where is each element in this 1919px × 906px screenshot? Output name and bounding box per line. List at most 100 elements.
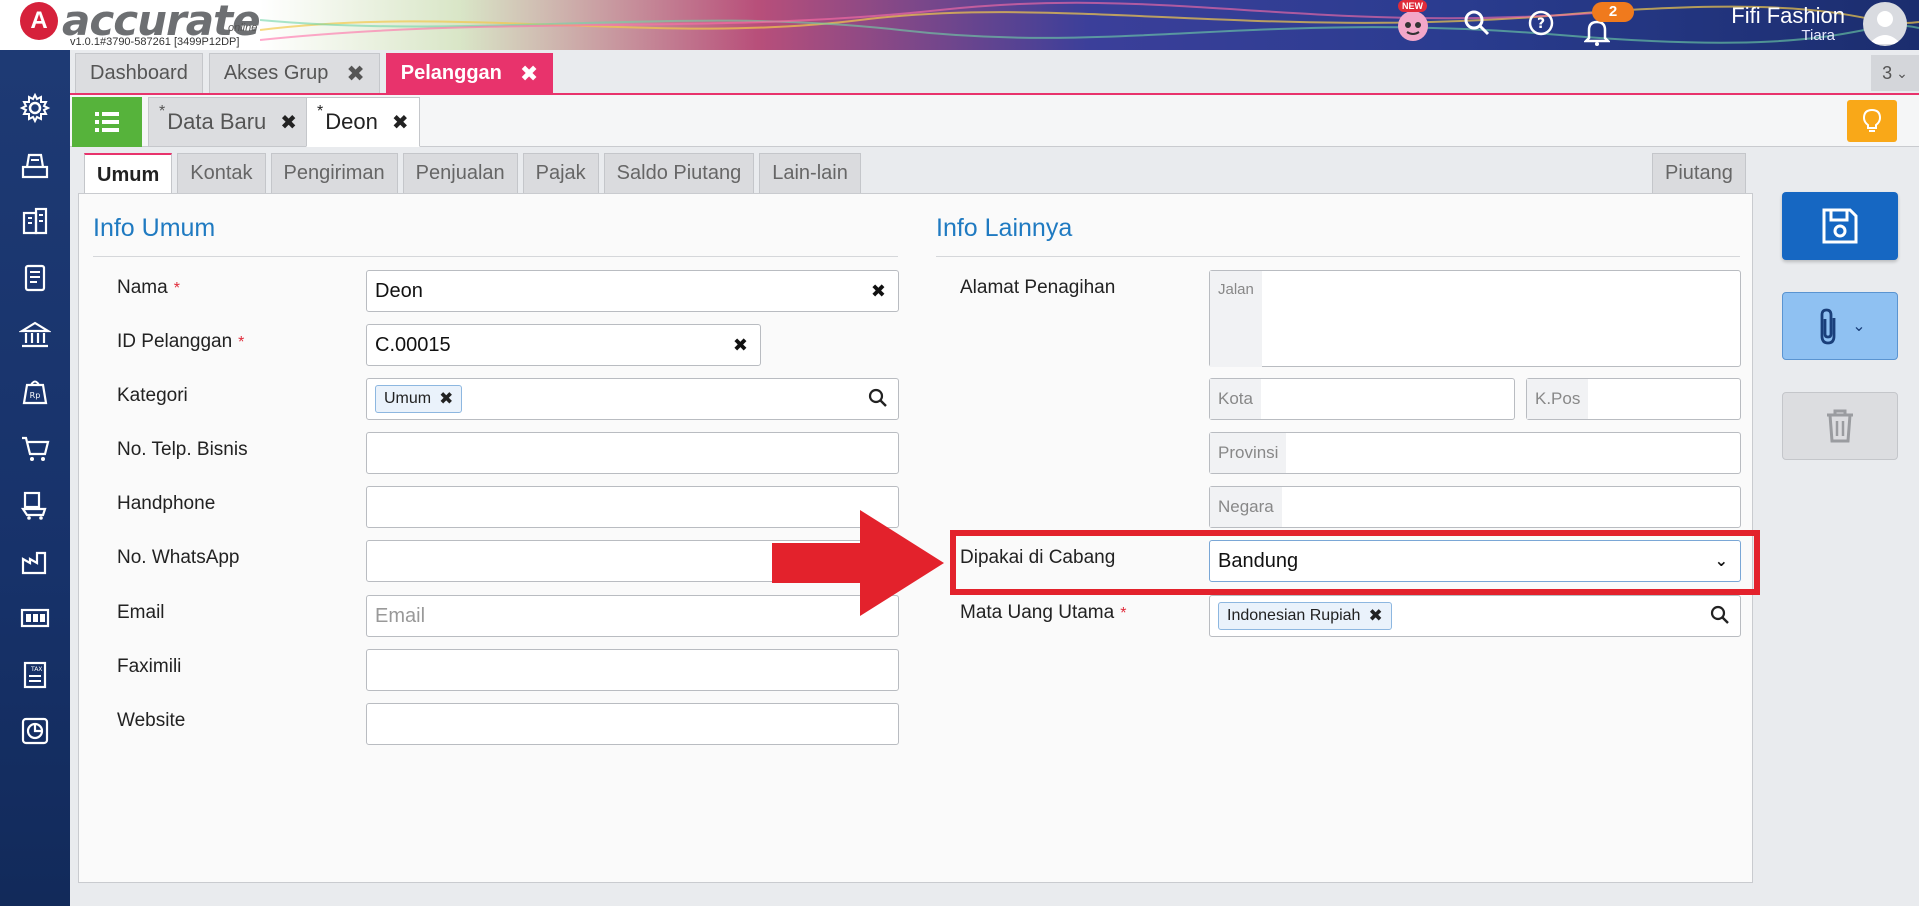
user-name: Tiara (1801, 27, 1835, 44)
required-mark: * (173, 280, 180, 297)
clear-icon[interactable]: ✖ (871, 281, 886, 302)
doc-tab-label: Data Baru (167, 109, 267, 134)
subtab-pengiriman[interactable]: Pengiriman (270, 153, 398, 193)
kategori-select[interactable]: Umum ✖ (366, 378, 899, 420)
negara-input[interactable]: Negara (1209, 486, 1741, 528)
required-mark: * (238, 334, 245, 351)
avatar[interactable] (1863, 2, 1907, 46)
logo-sub: online (228, 22, 258, 34)
search-icon[interactable] (1463, 9, 1491, 37)
delete-button[interactable] (1782, 392, 1898, 460)
subtab-saldo-piutang[interactable]: Saldo Piutang (603, 153, 755, 193)
subtab-kontak[interactable]: Kontak (177, 153, 266, 193)
svg-text:?: ? (1537, 16, 1545, 32)
doc-tab-data-baru[interactable]: * Data Baru ✖ (148, 97, 309, 147)
floppy-disk-icon (1822, 208, 1858, 244)
faximili-input[interactable] (366, 649, 899, 691)
section-divider (936, 256, 1740, 257)
accurate-logo[interactable]: A accurate (20, 0, 261, 45)
subtab-umum[interactable]: Umum (84, 153, 173, 195)
tab-akses-grup-label: Akses Grup (223, 62, 329, 84)
search-icon[interactable] (1710, 605, 1730, 631)
trash-icon (1827, 409, 1853, 443)
remove-chip-icon[interactable]: ✖ (439, 389, 453, 409)
document-tabs-bar: * Data Baru ✖ * Deon ✖ (70, 95, 1919, 147)
form-subtabs: Umum Kontak Pengiriman Penjualan Pajak S… (84, 153, 861, 195)
id-pelanggan-input[interactable]: C.00015 ✖ (366, 324, 761, 366)
kpos-placeholder: K.Pos (1527, 379, 1589, 419)
telp-bisnis-input[interactable] (366, 432, 899, 474)
tab-count-value: 3 (1882, 62, 1893, 83)
tips-button[interactable] (1847, 100, 1897, 142)
help-icon[interactable]: ? (1528, 10, 1554, 36)
svg-text:TAX: TAX (30, 666, 42, 673)
label-faximili: Faximili (117, 656, 182, 677)
tab-pelanggan-label: Pelanggan (400, 62, 502, 84)
tax-document-icon[interactable]: TAX (17, 657, 53, 693)
tab-pelanggan[interactable]: Pelanggan ✖ (385, 53, 554, 93)
nama-input[interactable]: Deon ✖ (366, 270, 899, 312)
subtab-piutang[interactable]: Piutang (1652, 153, 1746, 193)
label-website: Website (117, 710, 186, 731)
required-mark: * (1120, 605, 1127, 622)
tab-akses-grup[interactable]: Akses Grup ✖ (208, 53, 380, 93)
label-handphone: Handphone (117, 493, 216, 514)
list-view-button[interactable] (72, 97, 142, 147)
accurate-logo-mark-icon: A (20, 2, 58, 40)
remove-chip-icon[interactable]: ✖ (1368, 606, 1382, 626)
section-divider (93, 256, 898, 257)
bell-icon[interactable] (1584, 18, 1610, 46)
chevron-down-icon: ⌄ (1852, 318, 1866, 335)
inventory-factory-icon[interactable] (17, 543, 53, 579)
lightbulb-icon (1862, 108, 1882, 132)
attachment-button[interactable]: ⌄ (1782, 292, 1898, 360)
module-tabs: Dashboard Akses Grup ✖ Pelanggan ✖ (75, 53, 554, 93)
new-badge: NEW (1398, 0, 1427, 12)
alamat-jalan-textarea[interactable]: Jalan (1209, 270, 1741, 367)
chevron-down-icon: ⌄ (1896, 64, 1908, 81)
subtab-pajak[interactable]: Pajak (522, 153, 599, 193)
doc-tab-deon[interactable]: * Deon ✖ (306, 97, 420, 147)
website-input[interactable] (366, 703, 899, 745)
tab-dashboard[interactable]: Dashboard (75, 53, 203, 93)
close-icon[interactable]: ✖ (346, 61, 364, 87)
mascot-icon[interactable] (1395, 7, 1431, 43)
subtab-penjualan[interactable]: Penjualan (402, 153, 518, 193)
kota-input[interactable]: Kota (1209, 378, 1515, 420)
notification-count-badge: 2 (1592, 2, 1634, 22)
section-title-info-umum: Info Umum (93, 214, 216, 242)
provinsi-placeholder: Provinsi (1210, 433, 1287, 473)
negara-placeholder: Negara (1210, 487, 1282, 527)
save-button[interactable] (1782, 192, 1898, 260)
jalan-placeholder: Jalan (1210, 271, 1262, 367)
provinsi-input[interactable]: Provinsi (1209, 432, 1741, 474)
receivable-bag-icon[interactable]: Rp (17, 373, 53, 409)
bank-icon[interactable] (17, 317, 53, 353)
settings-gear-icon[interactable] (17, 90, 53, 126)
clear-icon[interactable]: ✖ (733, 335, 748, 356)
kpos-input[interactable]: K.Pos (1526, 378, 1741, 420)
label-alamat-penagihan: Alamat Penagihan (960, 277, 1116, 298)
mata-uang-select[interactable]: Indonesian Rupiah ✖ (1209, 595, 1741, 637)
subtab-lain-lain[interactable]: Lain-lain (759, 153, 861, 193)
id-pelanggan-value: C.00015 (375, 333, 451, 356)
sales-cart-icon[interactable] (17, 487, 53, 523)
annotation-arrow-icon (772, 510, 944, 616)
fixed-asset-icon[interactable] (17, 600, 53, 636)
close-icon[interactable]: ✖ (392, 110, 409, 135)
company-building-icon[interactable] (17, 203, 53, 239)
label-nama: Nama * (117, 277, 180, 298)
logo-text: accurate (62, 0, 261, 45)
version-text: v1.0.1#3790-587261 [3499P12DP] (70, 36, 240, 48)
user-company-name[interactable]: Fifi Fashion (1731, 3, 1845, 29)
search-icon[interactable] (868, 388, 888, 414)
close-icon[interactable]: ✖ (520, 61, 538, 87)
top-bar: A accurate online v1.0.1#3790-587261 [34… (0, 0, 1919, 50)
close-icon[interactable]: ✖ (280, 110, 297, 135)
nama-value: Deon (375, 279, 423, 302)
shopping-cart-icon[interactable] (17, 430, 53, 466)
ledger-book-icon[interactable] (17, 260, 53, 296)
tab-count-dropdown[interactable]: 3 ⌄ (1871, 55, 1919, 91)
cashier-icon[interactable] (17, 147, 53, 183)
report-chart-icon[interactable] (17, 713, 53, 749)
